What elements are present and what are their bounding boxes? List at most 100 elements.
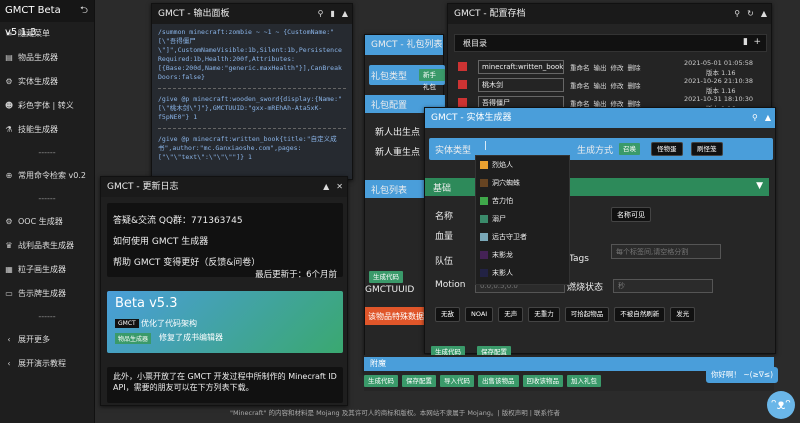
dropdown-option[interactable]: 苦力怕 [476,192,569,210]
refresh-icon[interactable]: ↻ [747,4,754,24]
dropdown-option[interactable]: 溺尸 [476,210,569,228]
mascot-icon[interactable]: ᵔᴥᵔ [767,391,795,419]
tags-input[interactable] [611,244,721,259]
sidebar-item[interactable]: ⚙ OOC 生成器 [0,210,94,234]
archive-item-date: 2021-05-01 01:05:58 [684,59,754,67]
collapse-icon[interactable]: ▲ [761,4,767,24]
sidebar-item[interactable]: ⊕ 常用命令检索 v0.2 [0,164,94,188]
sidebar-item[interactable]: ‹ 展开更多 [0,328,94,352]
bottom-action-button[interactable]: 导入代码 [440,375,474,387]
chevron-down-icon[interactable]: ▼ [756,181,763,191]
bottom-action-button[interactable]: 生成代码 [364,375,398,387]
flag-button[interactable]: 无重力 [528,307,560,322]
collapse-icon[interactable]: ▲ [323,177,329,197]
mode-spawner-button[interactable]: 刷怪笼 [691,142,723,156]
sidebar-item-label: OOC 生成器 [18,217,63,226]
feedback-link[interactable]: 帮助 GMCT 变得更好（反馈&问卷） [113,255,260,268]
how-to-use-link[interactable]: 如何使用 GMCT 生成器 [113,234,208,247]
output-button[interactable]: 输出 [594,80,607,90]
changelog-panel-header: GMCT - 更新日志 ▲ ✕ [101,177,347,197]
sidebar-item[interactable]: ▦ 粒子画生成器 [0,258,94,282]
delete-button[interactable]: 删除 [628,80,641,90]
mob-icon [480,233,488,241]
entity-type-cursor[interactable]: | [484,141,487,151]
name-visible-button[interactable]: 名称可见 [611,207,651,222]
archive-row[interactable]: 桃木剑 重命名 输出 修改 删除 2021-10-26 21:10:38 版本 1.16 [454,77,767,95]
sidebar-item[interactable]: ▤ 物品生成器 [0,46,94,70]
dropdown-option[interactable]: 洞穴蜘蛛 [476,174,569,192]
add-icon[interactable]: + [753,37,761,47]
output-command-2[interactable]: /give @p minecraft:wooden_sword{display:… [158,95,346,122]
delete-icon[interactable]: ▮ [743,37,748,47]
output-panel: GMCT - 输出面板 ⚲ ▮ ▲ /summon minecraft:zombie… [151,3,353,180]
flag-button[interactable]: NOAI [465,307,494,322]
sidebar-item-icon: ☻ [4,101,14,110]
archive-item-version: 版本 1.16 [706,87,736,95]
bottom-action-button[interactable]: 保存配置 [402,375,436,387]
edit-button[interactable]: 修改 [611,62,624,72]
burn-input[interactable] [613,279,713,293]
dropdown-option[interactable]: 烈焰人 [476,156,569,174]
sidebar-item[interactable]: ⚗ 技能生成器 [0,118,94,142]
delete-button[interactable]: 删除 [628,62,641,72]
archive-row[interactable]: minecraft:written_book 重命名 输出 修改 删除 2021-05-0… [454,59,767,77]
delete-icon[interactable]: ▮ [330,4,334,24]
edit-button[interactable]: 修改 [611,80,624,90]
sidebar-item-icon: ▤ [5,53,13,62]
dropdown-option-label: 末影人 [492,269,513,277]
special-data-label: 该物品特殊数据 [368,312,424,321]
flag-button[interactable]: 不被自然刷新 [614,307,666,322]
gift-type-row: 礼包类型 新手礼包 [369,65,445,91]
gift-respawn-label: 新人重生点 [375,148,421,158]
bottom-action-button[interactable]: 加入礼包 [567,375,601,387]
divider: ------ [38,312,56,321]
mode-summon-button[interactable]: 召唤 [619,143,640,155]
rename-button[interactable]: 重命名 [570,62,590,72]
gift-panel-title: GMCT - 礼包列表 [371,40,443,50]
rename-button[interactable]: 重命名 [570,80,590,90]
back-icon[interactable]: ⮌ [80,0,88,22]
entity-type-dropdown: 烈焰人 洞穴蜘蛛 苦力怕 溺尸 远古守卫者 末影龙末影人 [475,155,570,285]
sidebar-item-label: 展开演示教程 [18,359,66,368]
sidebar-item-label: 实体生成器 [18,77,58,86]
collapse-icon[interactable]: ▲ [765,108,771,128]
entity-panel: GMCT - 实体生成器 ⚲ ▲ 实体类型 | 生成方式 召唤 怪物蛋 刷怪笼 基… [424,107,776,358]
collapse-icon[interactable]: ▲ [342,4,348,24]
sidebar-item[interactable]: ☻ 彩色字体 | 转义 [0,94,94,118]
archive-item-name[interactable]: minecraft:written_book [478,60,564,74]
dropdown-option[interactable]: 末影龙 [476,246,569,264]
sidebar-item[interactable]: ♛ 战利品表生成器 [0,234,94,258]
output-command-3[interactable]: /give @p minecraft:written_book{title:"自… [158,135,346,162]
bottom-action-button[interactable]: 出售该物品 [478,375,519,387]
archive-item-name[interactable]: 桃木剑 [478,78,564,92]
changelog-panel-title: GMCT - 更新日志 [107,182,179,192]
output-command-1[interactable]: /summon minecraft:zombie ~ ~1 ~ {CustomN… [158,28,346,82]
sidebar-item-icon: ⊕ [5,171,13,180]
gift-gen-code-button[interactable]: 生成代码 [369,271,403,283]
pin-icon[interactable]: ⚲ [318,4,324,24]
entity-panel-title: GMCT - 实体生成器 [431,113,512,123]
output-panel-title: GMCT - 输出面板 [158,9,230,19]
sidebar-item[interactable]: ‹ 展开演示教程 [0,352,94,376]
pin-icon[interactable]: ⚲ [752,108,758,128]
flag-button[interactable]: 发光 [670,307,696,322]
flag-button[interactable]: 无敌 [435,307,460,322]
dropdown-option[interactable]: 远古守卫者 [476,228,569,246]
archive-panel-header: GMCT - 配置存档 ⚲ ↻ ▲ [448,4,771,24]
mode-egg-button[interactable]: 怪物蛋 [651,142,683,156]
flag-button[interactable]: 可拾起物品 [564,307,610,322]
entity-type-label: 实体类型 [435,146,472,156]
output-button[interactable]: 输出 [594,62,607,72]
chat-bubble[interactable]: 你好啊！ ~(≥∇≤) [706,367,778,383]
sidebar-item[interactable]: ▭ 告示牌生成器 [0,282,94,306]
pin-icon[interactable]: ⚲ [734,4,740,24]
dropdown-option[interactable]: 末影人 [476,264,569,282]
bottom-action-button[interactable]: 回收该物品 [522,375,563,387]
close-icon[interactable]: ✕ [336,177,343,197]
health-label: 血量 [435,232,454,242]
gift-config-label: 礼包配置 [371,101,408,111]
sidebar-item[interactable]: ⚙ 实体生成器 [0,70,94,94]
gift-type-button[interactable]: 新手礼包 [419,69,445,91]
sidebar-item-label: 常用命令检索 v0.2 [18,171,86,180]
flag-button[interactable]: 无声 [498,307,524,322]
